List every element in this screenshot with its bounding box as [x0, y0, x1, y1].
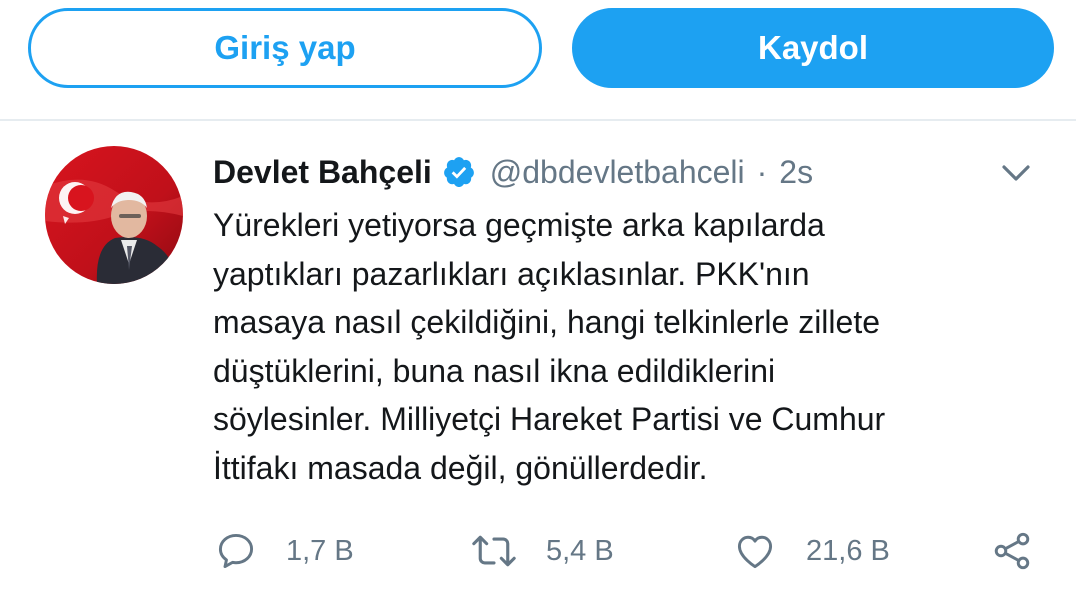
share-icon	[994, 532, 1030, 570]
retweet-count: 5,4 B	[546, 534, 614, 567]
share-button[interactable]	[990, 529, 1034, 573]
chevron-down-icon[interactable]	[996, 159, 1036, 187]
signup-button[interactable]: Kaydol	[572, 8, 1054, 88]
tweet-body-line: yaptıkları pazarlıkları açıklasınlar. PK…	[213, 255, 810, 292]
tweet-header: Devlet Bahçeli @dbdevletbahceli · 2s	[213, 149, 813, 195]
retweet-icon	[472, 535, 516, 567]
retweet-button[interactable]: 5,4 B	[470, 529, 614, 573]
reply-count: 1,7 B	[286, 534, 354, 567]
tweet-actions: 1,7 B 5,4 B 21,6 B	[0, 521, 1076, 581]
author-name[interactable]: Devlet Bahçeli	[213, 154, 432, 191]
verified-badge-icon	[443, 157, 474, 188]
reply-button[interactable]: 1,7 B	[214, 529, 354, 573]
tweet-body-line: masaya nasıl çekildiğini, hangi telkinle…	[213, 304, 880, 340]
like-button[interactable]: 21,6 B	[732, 529, 890, 573]
reply-icon	[218, 533, 254, 569]
tweet-body-line: söylesinler. Milliyetçi Hareket Partisi …	[213, 401, 886, 437]
tweet[interactable]: Devlet Bahçeli @dbdevletbahceli · 2s Yür…	[0, 121, 1076, 605]
tweet-body-line: İttifakı masada değil, gönüllerdedir.	[213, 449, 708, 486]
top-bar: Giriş yap Kaydol	[0, 0, 1076, 120]
separator-dot: ·	[756, 153, 768, 190]
tweet-time[interactable]: 2s	[779, 154, 813, 191]
tweet-body-line: düştüklerini, buna nasıl ikna edildikler…	[213, 352, 776, 389]
tweet-body-line: Yürekleri yetiyorsa geçmişte arka kapıla…	[213, 207, 825, 243]
heart-icon	[737, 535, 773, 569]
avatar[interactable]	[45, 146, 183, 284]
like-count: 21,6 B	[806, 534, 890, 567]
login-button[interactable]: Giriş yap	[28, 8, 542, 88]
tweet-body: Yürekleri yetiyorsa geçmişte arka kapıla…	[213, 201, 1043, 492]
author-handle[interactable]: @dbdevletbahceli	[490, 154, 745, 191]
